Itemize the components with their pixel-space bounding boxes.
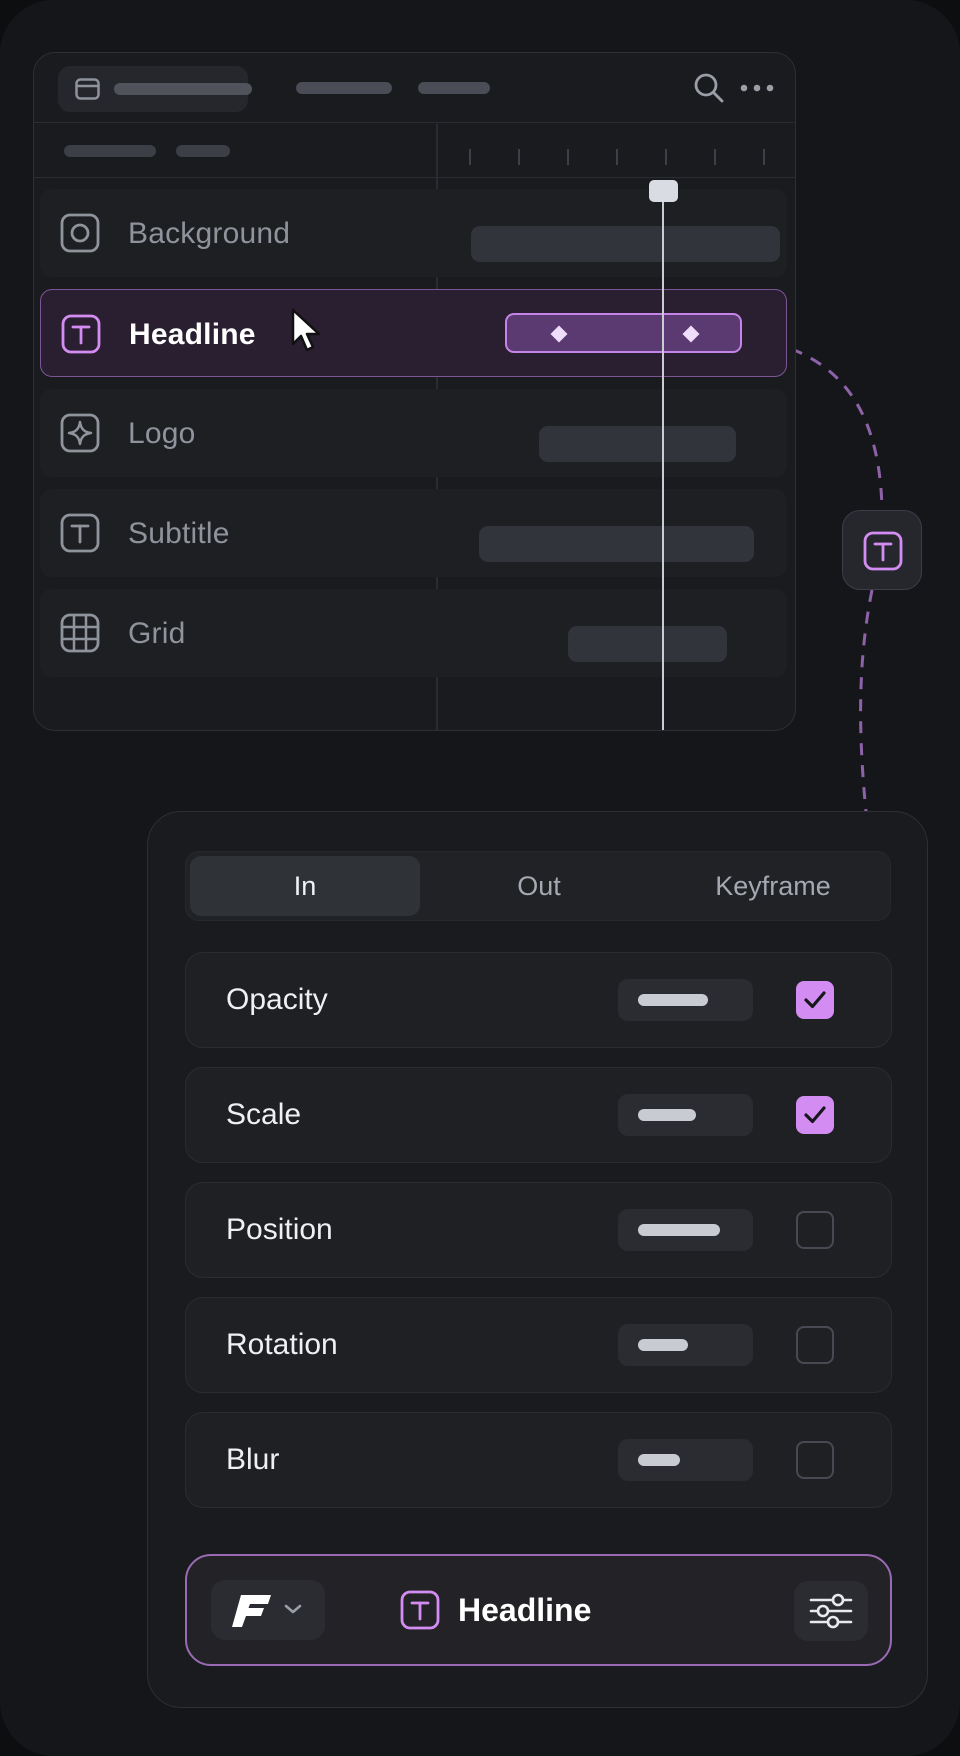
tab-out[interactable]: Out [424,856,654,916]
header-placeholder-1 [64,145,156,157]
more-icon[interactable] [739,83,775,93]
animation-panel: In Out Keyframe Opacity Scale Position R… [147,811,928,1708]
tab-keyframe[interactable]: Keyframe [658,856,888,916]
property-label: Rotation [226,1328,338,1361]
tab-placeholder-3[interactable] [418,82,490,94]
playhead-handle[interactable] [649,180,678,202]
settings-button[interactable] [794,1581,868,1641]
ruler-tick [665,149,667,165]
property-row-scale[interactable]: Scale [185,1067,892,1163]
ruler-tick [616,149,618,165]
active-tab-placeholder [114,83,252,95]
layer-label: Background [128,217,291,250]
property-label: Blur [226,1443,280,1476]
playhead-line [662,193,664,730]
property-checkbox[interactable] [796,1326,834,1364]
property-label: Position [226,1213,333,1246]
property-row-rotation[interactable]: Rotation [185,1297,892,1393]
property-checkbox[interactable] [796,1096,834,1134]
layer-row-headline[interactable]: Headline [40,289,787,377]
text-icon [400,1590,440,1630]
text-icon [61,314,101,354]
layer-row-subtitle[interactable]: Subtitle [40,489,787,577]
grid-icon [60,613,100,653]
layer-track[interactable] [471,226,780,262]
property-checkbox[interactable] [796,981,834,1019]
tab-in[interactable]: In [190,856,420,916]
check-icon [804,991,826,1009]
property-row-blur[interactable]: Blur [185,1412,892,1508]
timeline-toolbar [34,53,795,123]
circle-square-icon [60,213,100,253]
layer-label: Subtitle [128,517,230,550]
floating-layer-chip[interactable] [842,510,922,590]
ruler-tick [567,149,569,165]
chevron-down-icon [284,1604,302,1614]
layer-label: Headline [129,318,256,351]
keyframe-icon[interactable] [550,325,568,343]
property-row-position[interactable]: Position [185,1182,892,1278]
timeline-panel: Background Headline Logo Subtitle Grid [33,52,796,731]
property-checkbox[interactable] [796,1441,834,1479]
text-icon [60,513,100,553]
layer-label: Grid [128,617,186,650]
selected-layer-title: Headline [400,1590,591,1630]
property-value-field[interactable] [618,979,753,1021]
window-icon [75,78,100,100]
sparkle-icon [60,413,100,453]
property-value-field[interactable] [618,1209,753,1251]
property-checkbox[interactable] [796,1211,834,1249]
keyframe-icon[interactable] [682,325,700,343]
text-icon [863,531,903,571]
layer-row-logo[interactable]: Logo [40,389,787,477]
layer-label: Logo [128,417,196,450]
ruler-tick [469,149,471,165]
layer-track-selected[interactable] [505,313,742,353]
ruler-tick [763,149,765,165]
animation-mode-tabs: In Out Keyframe [185,851,891,921]
layer-track[interactable] [568,626,727,662]
search-icon[interactable] [693,72,725,104]
property-label: Scale [226,1098,302,1131]
property-value-field[interactable] [618,1439,753,1481]
layer-track[interactable] [539,426,736,462]
mouse-pointer-icon [291,308,321,352]
property-row-opacity[interactable]: Opacity [185,952,892,1048]
selected-layer-bar: Headline [185,1554,892,1666]
font-picker-button[interactable] [211,1580,325,1640]
ruler-tick [518,149,520,165]
property-label: Opacity [226,983,328,1016]
font-f-icon [232,1595,271,1627]
app-canvas: Background Headline Logo Subtitle Grid I… [0,0,960,1756]
header-placeholder-2 [176,145,230,157]
layer-row-background[interactable]: Background [40,189,787,277]
selected-layer-name: Headline [458,1591,592,1628]
tab-placeholder-2[interactable] [296,82,392,94]
ruler-tick [714,149,716,165]
sliders-icon [809,1593,853,1629]
property-value-field[interactable] [618,1094,753,1136]
layer-track[interactable] [479,526,754,562]
layer-row-grid[interactable]: Grid [40,589,787,677]
timeline-tab-active[interactable] [58,66,252,112]
timeline-column-header [34,124,795,178]
check-icon [804,1106,826,1124]
property-value-field[interactable] [618,1324,753,1366]
